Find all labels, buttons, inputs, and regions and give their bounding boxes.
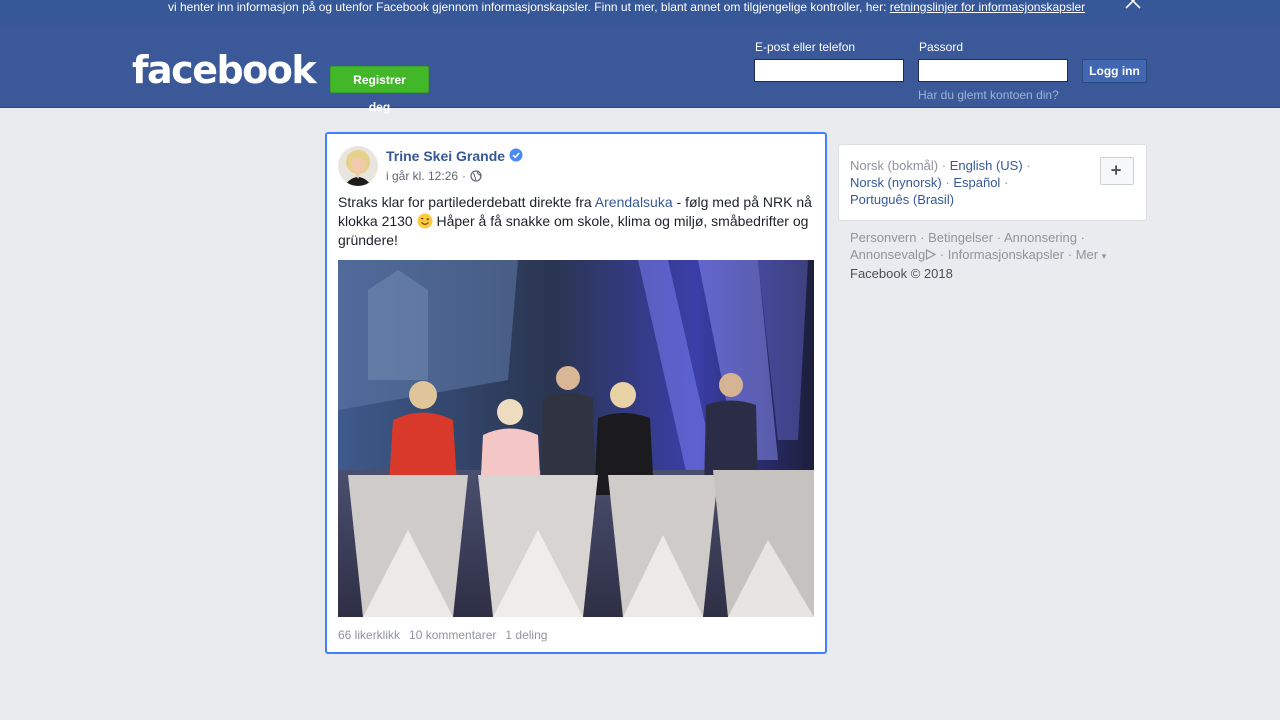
wink-emoji-icon [417, 213, 433, 229]
footer-link-more[interactable]: Mer ▾ [1076, 247, 1107, 262]
post-card: Trine Skei Grande i går kl. 12:26 · Stra… [325, 132, 827, 654]
more-languages-button[interactable] [1100, 157, 1134, 185]
top-header: facebook Registrer deg E-post eller tele… [0, 25, 1280, 114]
caret-down-icon: ▾ [1101, 251, 1107, 261]
footer-link-privacy[interactable]: Personvern [850, 230, 916, 245]
cookie-policy-link[interactable]: retningslinjer for informasjonskapsler [890, 0, 1085, 14]
plus-icon [1111, 165, 1121, 175]
meta-separator: · [462, 169, 467, 183]
cookie-banner: vi henter inn informasjon på og utenfor … [0, 0, 1280, 25]
post-stats: 66 likerklikk 10 kommentarer 1 deling [338, 628, 547, 642]
footer-link-adchoices[interactable]: Annonsevalg [850, 247, 937, 262]
language-option[interactable]: English (US) [950, 158, 1023, 173]
adchoices-icon [926, 249, 937, 260]
password-field[interactable] [918, 59, 1068, 82]
verified-badge-icon [509, 148, 523, 162]
language-option[interactable]: Español [953, 175, 1000, 190]
globe-icon [470, 170, 482, 182]
close-icon[interactable] [1124, 0, 1142, 10]
shares-count[interactable]: 1 deling [505, 628, 547, 642]
cookie-banner-text: vi henter inn informasjon på og utenfor … [168, 0, 1086, 14]
language-list: Norsk (bokmål) · English (US) · Norsk (n… [850, 158, 1031, 207]
arendalsuka-link[interactable]: Arendalsuka [595, 194, 673, 210]
footer-links: Personvern · Betingelser · Annonsering ·… [850, 229, 1150, 282]
language-current: Norsk (bokmål) [850, 158, 939, 173]
login-button[interactable]: Logg inn [1082, 59, 1147, 83]
facebook-logo[interactable]: facebook [132, 47, 317, 93]
post-photo[interactable] [338, 260, 814, 617]
footer-link-terms[interactable]: Betingelser [928, 230, 993, 245]
post-meta: i går kl. 12:26 · [386, 169, 482, 183]
avatar[interactable] [338, 146, 378, 186]
language-option[interactable]: Português (Brasil) [850, 192, 954, 207]
author-name-link[interactable]: Trine Skei Grande [386, 148, 505, 164]
forgot-account-link[interactable]: Har du glemt kontoen din? [918, 88, 1059, 102]
likes-count[interactable]: 66 likerklikk [338, 628, 400, 642]
register-button[interactable]: Registrer deg [330, 66, 429, 114]
email-field[interactable] [754, 59, 904, 82]
language-option[interactable]: Norsk (nynorsk) [850, 175, 942, 190]
post-text: Straks klar for partilederdebatt direkte… [338, 194, 812, 248]
footer-link-advertising[interactable]: Annonsering [1004, 230, 1077, 245]
footer-link-cookies[interactable]: Informasjonskapsler [948, 247, 1064, 262]
language-selector: Norsk (bokmål) · English (US) · Norsk (n… [838, 144, 1147, 221]
password-label: Passord [919, 40, 964, 54]
post-timestamp-link[interactable]: i går kl. 12:26 [386, 169, 458, 183]
copyright: Facebook © 2018 [850, 266, 953, 281]
comments-count[interactable]: 10 kommentarer [409, 628, 496, 642]
email-label: E-post eller telefon [755, 40, 856, 54]
